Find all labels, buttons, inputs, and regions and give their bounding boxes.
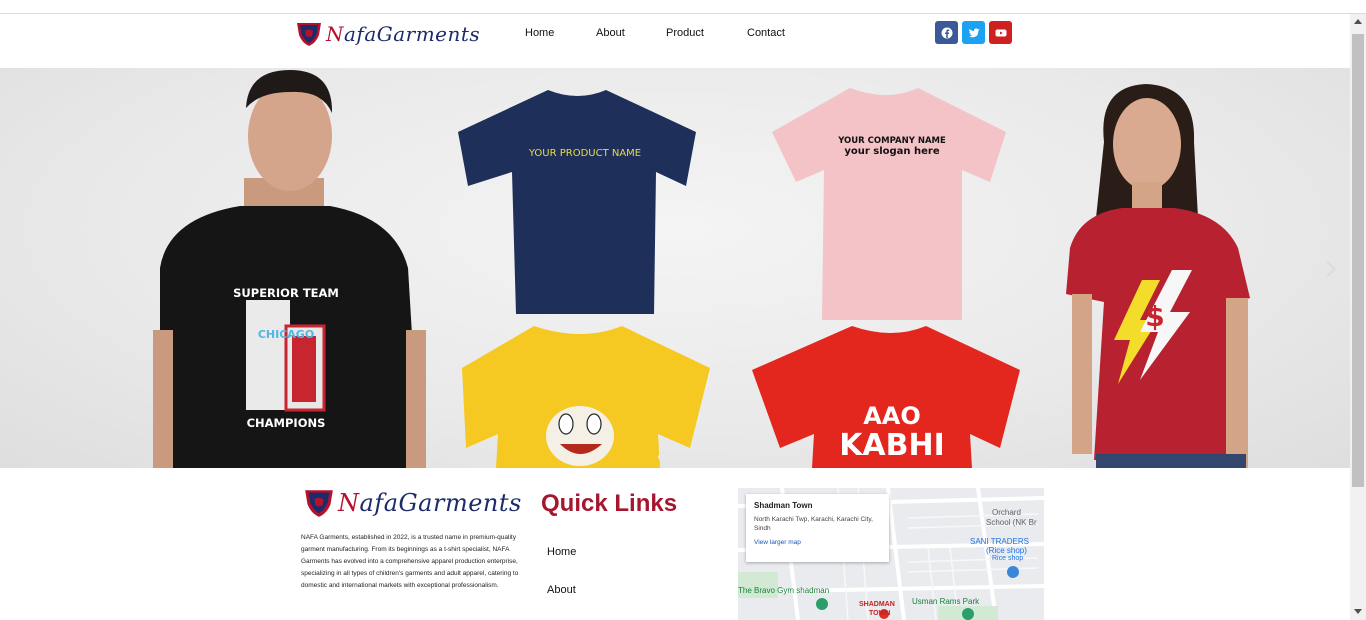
brand-first-letter: N — [338, 489, 360, 517]
brand-name: NafaGarments — [338, 489, 522, 517]
vertical-scrollbar[interactable] — [1350, 14, 1366, 620]
map-label-shadman: SHADMAN — [859, 601, 895, 608]
slider-dots — [658, 454, 664, 460]
scroll-down-arrow-icon[interactable] — [1354, 609, 1362, 614]
quick-links-title: Quick Links — [541, 490, 678, 517]
footer-logo[interactable]: NafaGarments — [304, 488, 522, 518]
about-paragraph: NAFA Garments, established in 2022, is a… — [301, 534, 519, 589]
brand-rest: afaGarments — [344, 22, 481, 46]
embedded-map[interactable]: Orchard School (NK Br SANI TRADERS (Rice… — [738, 488, 1044, 620]
site-header: NafaGarments Home About Product Contact — [0, 14, 1350, 68]
slider-dot[interactable] — [658, 454, 664, 460]
brand-rest: afaGarments — [359, 489, 522, 517]
page: NafaGarments Home About Product Contact — [0, 0, 1366, 620]
header-logo[interactable]: NafaGarments — [296, 21, 480, 47]
quick-link-about[interactable]: About — [547, 584, 576, 596]
site-footer: NafaGarments NAFA Garments, established … — [0, 468, 1350, 620]
browser-top-strip — [0, 0, 1366, 14]
youtube-button[interactable] — [989, 21, 1012, 44]
map-label-orchard: Orchard — [992, 508, 1021, 517]
black-shirt-bottom: CHAMPIONS — [246, 416, 326, 430]
shield-logo-icon — [305, 490, 333, 517]
man-figure — [153, 70, 426, 468]
nav-contact[interactable]: Contact — [747, 27, 785, 39]
woman-shirt-symbol: $ — [1145, 300, 1165, 333]
map-label-sani: SANI TRADERS — [970, 537, 1029, 546]
map-label-school: School (NK Br — [986, 518, 1037, 527]
map-place-name: Shadman Town — [754, 501, 813, 510]
map-label-rice-shop: Rice shop — [992, 555, 1024, 562]
red-shirt-line2: KABHI — [839, 428, 945, 463]
youtube-icon — [995, 29, 1006, 36]
social-links — [935, 21, 1012, 44]
black-shirt-top: SUPERIOR TEAM — [233, 286, 339, 300]
red-shirt-line1: AAO — [863, 402, 921, 430]
scroll-up-arrow-icon[interactable] — [1354, 19, 1362, 24]
view-larger-map-link[interactable]: View larger map — [754, 539, 881, 546]
map-info-card: Shadman Town North Karachi Twp, Karachi,… — [746, 494, 889, 562]
pink-shirt-line1: YOUR COMPANY NAME — [838, 136, 946, 146]
shield-logo-icon — [297, 23, 321, 46]
brand-name: NafaGarments — [326, 22, 480, 46]
facebook-icon — [941, 27, 952, 38]
nav-home[interactable]: Home — [525, 27, 554, 39]
brand-first-letter: N — [326, 22, 344, 46]
map-label-town: TOWN — [869, 610, 891, 617]
scroll-thumb[interactable] — [1352, 34, 1364, 487]
map-label-usman: Usman Rams Park — [912, 597, 980, 606]
facebook-button[interactable] — [935, 21, 958, 44]
map-address: North Karachi Twp, Karachi, Karachi City… — [754, 516, 873, 532]
hero-image — [153, 70, 1250, 468]
nav-product[interactable]: Product — [666, 27, 704, 39]
map-label-rice: (Rice shop) — [986, 546, 1027, 555]
twitter-button[interactable] — [962, 21, 985, 44]
woman-figure — [1066, 84, 1250, 468]
navy-shirt-text: YOUR PRODUCT NAME — [528, 148, 642, 159]
map-label-bravo: The Bravo Gym shadman — [738, 586, 830, 595]
quick-link-home[interactable]: Home — [547, 546, 576, 558]
nav-about[interactable]: About — [596, 27, 625, 39]
hero-slider[interactable]: YOUR PRODUCT NAME YOUR COMPANY NAME your… — [0, 68, 1350, 468]
chevron-right-icon[interactable] — [1324, 260, 1338, 278]
black-shirt-mid: CHICAGO — [257, 328, 315, 341]
twitter-icon — [968, 28, 979, 37]
pink-shirt-line2: your slogan here — [844, 146, 940, 157]
